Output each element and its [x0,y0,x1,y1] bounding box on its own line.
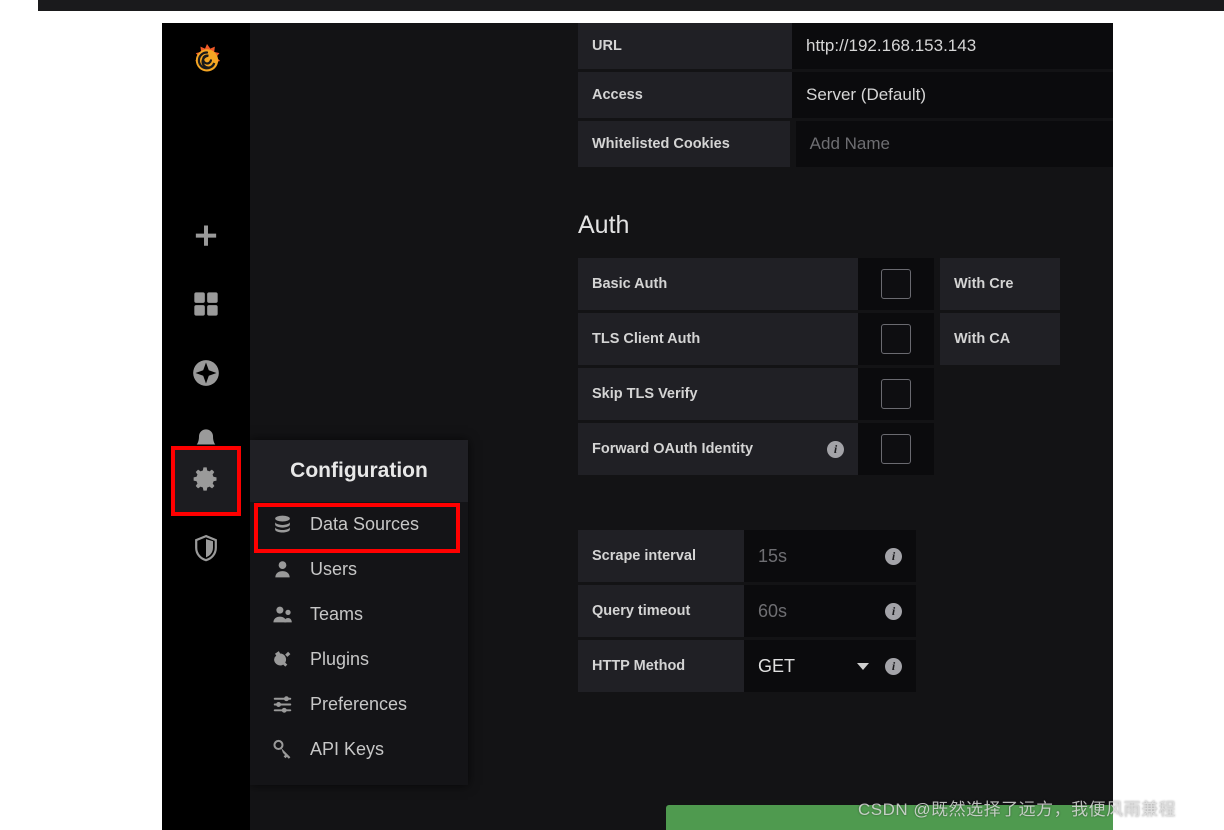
with-ca-cert-label: With CA [940,313,1060,365]
configuration-flyout-menu: Configuration Data Sources Users Teams P… [250,440,468,785]
with-credentials-label: With Cre [940,258,1060,310]
access-label: Access [578,72,792,118]
scrape-interval-value: 15s [758,545,788,566]
database-icon [272,514,298,536]
browser-top-strip [38,0,1224,11]
menu-item-label: Users [310,559,358,579]
query-timeout-input[interactable]: 60s i [744,585,916,637]
sidebar-item-create[interactable] [173,205,239,271]
menu-item-data-sources[interactable]: Data Sources [250,502,468,553]
info-icon[interactable]: i [827,440,844,458]
user-icon [272,559,298,581]
sidebar-item-explore[interactable] [173,342,239,408]
info-icon[interactable]: i [885,547,902,565]
basic-auth-label: Basic Auth [578,258,858,310]
grafana-app: Configuration Data Sources Users Teams P… [162,23,1113,830]
menu-item-label: Plugins [310,649,370,669]
forward-oauth-identity-label: Forward OAuth Identity i [578,423,858,475]
menu-item-preferences[interactable]: Preferences [250,682,468,727]
option-row-scrape-interval: Scrape interval 15s i [578,530,1113,582]
flyout-item-list: Data Sources Users Teams Plugins Prefere… [250,502,468,772]
option-row-http-method: HTTP Method GET i [578,640,1113,692]
auth-row-forward-oauth-identity: Forward OAuth Identity i [578,423,1113,475]
menu-item-users[interactable]: Users [250,547,468,592]
menu-item-plugins[interactable]: Plugins [250,637,468,682]
menu-item-label: Preferences [310,694,408,714]
menu-item-api-keys[interactable]: API Keys [250,727,468,772]
screenshot-root: Configuration Data Sources Users Teams P… [0,0,1224,830]
datasource-settings-form: URL http://192.168.153.143 Access Server… [578,23,1113,830]
url-input[interactable]: http://192.168.153.143 [792,23,1113,69]
basic-auth-checkbox[interactable] [858,258,934,310]
cookies-label: Whitelisted Cookies [578,121,790,167]
tls-client-auth-label: TLS Client Auth [578,313,858,365]
users-icon [272,604,298,626]
auth-row-tls-client-auth: TLS Client Auth With CA [578,313,1113,365]
query-timeout-label: Query timeout [578,585,744,637]
sidebar-item-configuration[interactable] [171,446,241,516]
flyout-title: Configuration [290,459,428,482]
http-method-select[interactable]: GET i [744,640,916,692]
flyout-header: Configuration [250,440,468,502]
shield-icon [192,534,220,567]
scrape-interval-input[interactable]: 15s i [744,530,916,582]
key-icon [272,739,298,761]
field-row-whitelisted-cookies: Whitelisted Cookies Add Name [578,121,1113,167]
field-row-access: Access Server (Default) [578,72,1113,118]
forward-oauth-identity-checkbox[interactable] [858,423,934,475]
auth-row-skip-tls-verify: Skip TLS Verify [578,368,1113,420]
http-method-value: GET [758,655,796,676]
sidebar-nav-rail [162,23,250,830]
query-timeout-value: 60s [758,600,788,621]
grid-icon [192,290,220,323]
option-row-query-timeout: Query timeout 60s i [578,585,1113,637]
plug-icon [272,649,298,671]
sidebar-item-server-admin[interactable] [173,517,239,583]
grafana-logo-icon[interactable] [186,42,228,84]
auth-row-basic-auth: Basic Auth With Cre [578,258,1113,310]
auth-section-title: Auth [578,211,630,239]
sliders-icon [272,694,298,716]
sidebar-item-dashboards[interactable] [173,273,239,339]
cookies-input[interactable]: Add Name [795,121,1113,167]
compass-icon [192,359,220,392]
menu-item-label: Teams [310,604,364,624]
csdn-watermark: CSDN @既然选择了远方，我便风雨兼程 [858,800,1177,819]
menu-item-teams[interactable]: Teams [250,592,468,637]
url-label: URL [578,23,792,69]
skip-tls-verify-checkbox[interactable] [858,368,934,420]
menu-item-label: API Keys [310,739,385,759]
skip-tls-verify-label: Skip TLS Verify [578,368,858,420]
gear-icon [192,465,220,498]
http-method-label: HTTP Method [578,640,744,692]
menu-item-label: Data Sources [310,514,420,534]
access-select[interactable]: Server (Default) [792,72,1113,118]
plus-icon [192,222,220,255]
field-row-url: URL http://192.168.153.143 [578,23,1113,69]
scrape-interval-label: Scrape interval [578,530,744,582]
chevron-down-icon[interactable] [857,662,869,670]
tls-client-auth-checkbox[interactable] [858,313,934,365]
info-icon[interactable]: i [885,657,902,675]
info-icon[interactable]: i [885,602,902,620]
